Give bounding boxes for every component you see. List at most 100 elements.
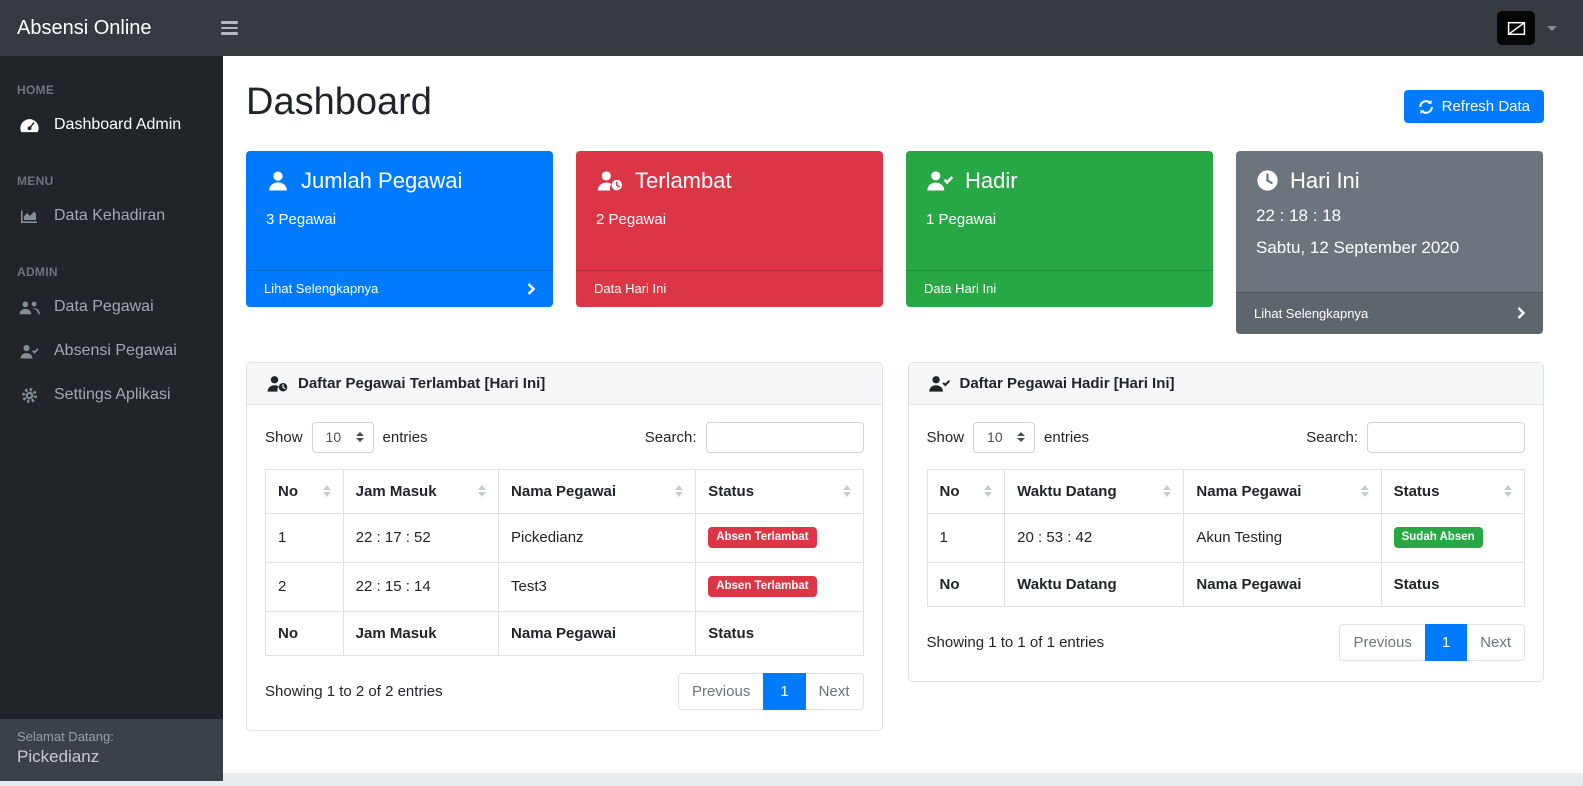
footer-col-no: No: [266, 611, 344, 655]
card-pegawai-hadir: Daftar Pegawai Hadir [Hari Ini] Show 10 …: [908, 362, 1545, 682]
page-length-control: Show 10 entries: [927, 422, 1090, 453]
status-badge: Sudah Absen: [1394, 527, 1483, 548]
select-caret-icon: [1017, 432, 1025, 442]
stat-footer-label: Data Hari Ini: [594, 281, 666, 296]
user-check-icon: [17, 344, 41, 359]
select-caret-icon: [356, 432, 364, 442]
column-header-no[interactable]: No: [266, 469, 344, 513]
sort-icon: [843, 485, 851, 497]
user-clock-icon: [266, 375, 289, 392]
table-footer-row: No Jam Masuk Nama Pegawai Status: [266, 611, 864, 655]
cell-no: 1: [266, 513, 344, 562]
status-badge: Absen Terlambat: [708, 527, 816, 548]
footer-col-status: Status: [696, 611, 863, 655]
page-length-select[interactable]: 10: [312, 422, 374, 453]
logged-in-username: Pickedianz: [17, 747, 206, 767]
pagination: Previous 1 Next: [678, 673, 864, 710]
previous-page-button[interactable]: Previous: [1339, 624, 1424, 661]
top-navbar: Absensi Online: [0, 0, 1583, 56]
column-header-jam-masuk[interactable]: Jam Masuk: [343, 469, 498, 513]
user-icon: [266, 170, 290, 191]
sidebar-section-home: HOME: [0, 56, 223, 103]
cell-status: Absen Terlambat: [696, 513, 863, 562]
sidebar-item-label: Data Pegawai: [54, 298, 154, 316]
cell-no: 2: [266, 562, 344, 611]
sidebar-item-data-kehadiran[interactable]: Data Kehadiran: [0, 194, 223, 238]
user-check-icon: [926, 170, 954, 191]
sidebar-item-label: Settings Aplikasi: [54, 386, 171, 404]
column-header-nama-pegawai[interactable]: Nama Pegawai: [499, 469, 696, 513]
next-page-button[interactable]: Next: [1467, 624, 1525, 661]
sidebar-item-label: Data Kehadiran: [54, 207, 165, 225]
card-title: Daftar Pegawai Terlambat [Hari Ini]: [298, 375, 545, 392]
previous-page-button[interactable]: Previous: [678, 673, 763, 710]
refresh-data-button[interactable]: Refresh Data: [1404, 90, 1544, 123]
stat-card-title: Terlambat: [635, 168, 732, 194]
chevron-right-icon: [1517, 307, 1525, 319]
sort-icon: [1504, 485, 1512, 497]
stat-card-footer-link[interactable]: Data Hari Ini: [576, 270, 883, 307]
cell-jam-masuk: 22 : 15 : 14: [343, 562, 498, 611]
table-info: Showing 1 to 2 of 2 entries: [265, 683, 443, 700]
navbar-right: [1497, 11, 1583, 45]
page-length-select[interactable]: 10: [973, 422, 1035, 453]
sidebar-footer: Selamat Datang: Pickedianz: [0, 719, 223, 781]
stat-card-hadir: Hadir 1 Pegawai Data Hari Ini: [906, 151, 1213, 307]
page-length-control: Show 10 entries: [265, 422, 428, 453]
stat-card-footer-link[interactable]: Lihat Selengkapnya: [1236, 292, 1543, 334]
page-1-button[interactable]: 1: [1425, 624, 1467, 661]
sidebar-item-dashboard-admin[interactable]: Dashboard Admin: [0, 103, 223, 147]
search-input[interactable]: [1367, 422, 1525, 453]
card-header: Daftar Pegawai Hadir [Hari Ini]: [909, 363, 1544, 405]
refresh-icon: [1418, 99, 1434, 115]
footer-col-jam-masuk: Jam Masuk: [343, 611, 498, 655]
stat-footer-label: Lihat Selengkapnya: [1254, 306, 1368, 321]
stat-card-body: Jumlah Pegawai 3 Pegawai: [246, 151, 553, 270]
next-page-button[interactable]: Next: [806, 673, 864, 710]
page-1-button[interactable]: 1: [763, 673, 805, 710]
column-header-waktu-datang[interactable]: Waktu Datang: [1005, 469, 1184, 513]
cell-status: Sudah Absen: [1381, 513, 1524, 562]
search-label: Search:: [1306, 429, 1358, 446]
tachometer-icon: [17, 118, 41, 133]
sidebar-item-settings-aplikasi[interactable]: Settings Aplikasi: [0, 373, 223, 417]
stat-card-body: Terlambat 2 Pegawai: [576, 151, 883, 270]
stat-cards-row: Jumlah Pegawai 3 Pegawai Lihat Selengkap…: [246, 151, 1544, 334]
user-avatar[interactable]: [1497, 11, 1535, 45]
users-icon: [17, 300, 41, 315]
column-header-status[interactable]: Status: [1381, 469, 1524, 513]
column-header-status[interactable]: Status: [696, 469, 863, 513]
datatable-controls: Show 10 entries Search:: [927, 422, 1526, 453]
stat-footer-label: Data Hari Ini: [924, 281, 996, 296]
hadir-table: No Waktu Datang Nama Pegawai Status 1 20…: [927, 469, 1526, 607]
sidebar-item-absensi-pegawai[interactable]: Absensi Pegawai: [0, 329, 223, 373]
footer-col-nama: Nama Pegawai: [499, 611, 696, 655]
stat-card-value: 3 Pegawai: [266, 211, 533, 228]
cell-waktu-datang: 20 : 53 : 42: [1005, 513, 1184, 562]
sort-icon: [675, 485, 683, 497]
sidebar: HOME Dashboard Admin MENU Data Kehadiran…: [0, 56, 223, 781]
stat-card-title: Hari Ini: [1290, 168, 1360, 194]
caret-down-icon[interactable]: [1547, 26, 1557, 31]
search-control: Search:: [1306, 422, 1525, 453]
sort-icon: [1163, 485, 1171, 497]
column-header-nama-pegawai[interactable]: Nama Pegawai: [1184, 469, 1381, 513]
card-pegawai-terlambat: Daftar Pegawai Terlambat [Hari Ini] Show…: [246, 362, 883, 731]
user-clock-icon: [596, 170, 624, 191]
stat-card-hari-ini: Hari Ini 22 : 18 : 18 Sabtu, 12 Septembe…: [1236, 151, 1543, 334]
broken-image-icon: [1507, 20, 1526, 37]
pagination: Previous 1 Next: [1339, 624, 1525, 661]
stat-card-footer-link[interactable]: Data Hari Ini: [906, 270, 1213, 307]
sidebar-item-label: Dashboard Admin: [54, 116, 181, 134]
search-input[interactable]: [706, 422, 864, 453]
footer-col-status: Status: [1381, 562, 1524, 606]
app-brand[interactable]: Absensi Online: [0, 17, 207, 40]
terlambat-table: No Jam Masuk Nama Pegawai Status 1 22 : …: [265, 469, 864, 656]
column-header-no[interactable]: No: [927, 469, 1005, 513]
sidebar-item-data-pegawai[interactable]: Data Pegawai: [0, 285, 223, 329]
entries-label: entries: [383, 429, 428, 446]
current-date: Sabtu, 12 September 2020: [1256, 238, 1523, 258]
stat-card-footer-link[interactable]: Lihat Selengkapnya: [246, 270, 553, 307]
page-length-value: 10: [326, 429, 342, 445]
sidebar-toggle-icon[interactable]: [221, 21, 238, 35]
